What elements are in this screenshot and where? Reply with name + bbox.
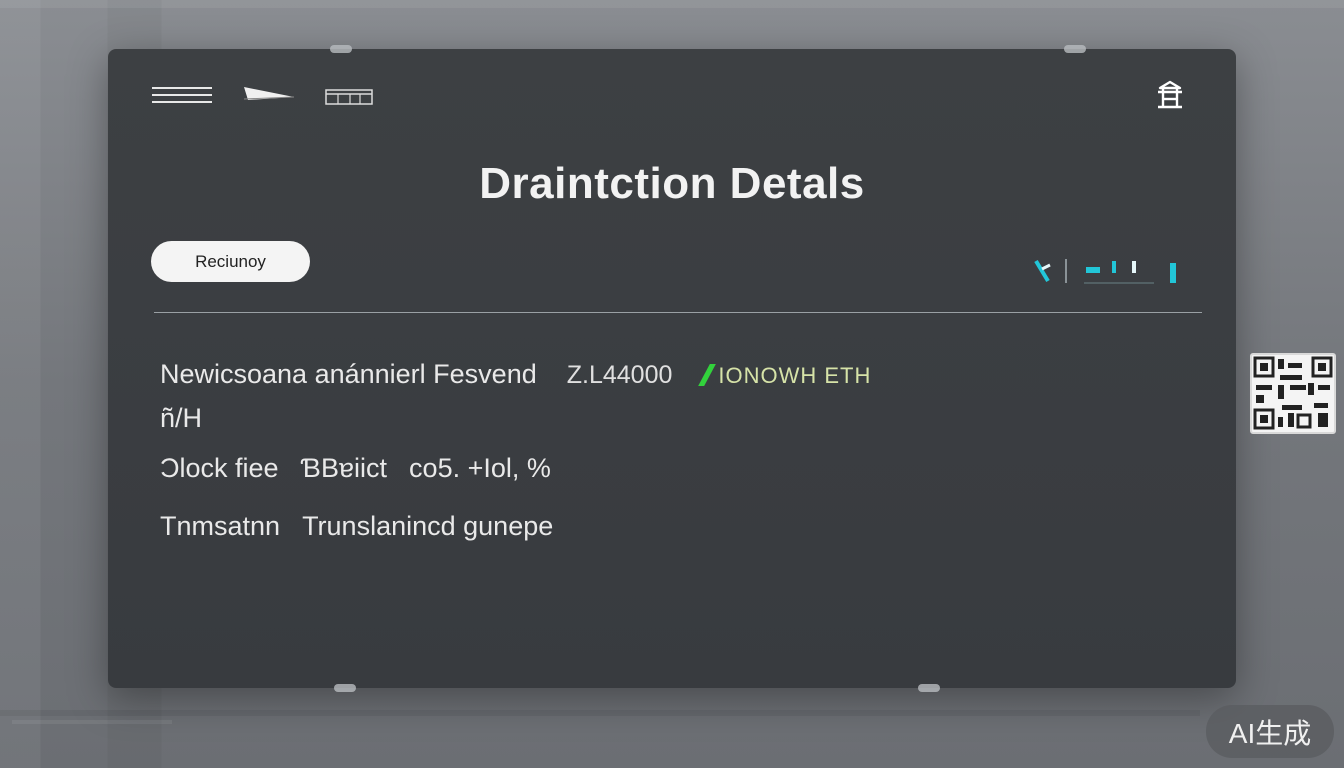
network-status-icon [1034,259,1176,284]
card-clip [918,684,940,692]
menu-icon[interactable] [152,87,212,105]
card-clip [334,684,356,692]
block-fee-value: co5. +Iol, % [409,453,551,483]
block-fee-label: Ɔlock fiee [160,453,279,483]
page-title: Draintction Detals [479,159,865,208]
user-icon[interactable] [1154,79,1186,111]
ai-generated-watermark: AI生成 [1206,705,1334,758]
card-clip [330,45,352,53]
block-fee-sublabel: ƁBɐiict [300,453,388,483]
section-divider [154,312,1202,313]
card-icon[interactable] [324,87,376,107]
detail-row-transaction: Tnmsatnn Trunslanincd ɡunepe [160,511,553,542]
detail-row-recipient-wrap: ñ/H [160,403,203,433]
transaction-details-card: Draintction Detals Reciunoy Newicsoana a… [108,45,1236,692]
qr-code[interactable] [1250,353,1336,434]
status-check-icon [698,364,717,386]
recipient-label: Newicsoana anánnierl Fesvend [160,359,537,389]
status-value: IONOWH ETH [718,363,872,388]
detail-row-block-fee: Ɔlock fiee ƁBɐiict co5. +Iol, % [160,453,551,484]
logo-icon [243,87,295,100]
amount-value: Z.L44000 [566,361,673,389]
recovery-pill-button[interactable]: Reciunoy [151,241,310,282]
transaction-label: Tnmsatnn [160,511,281,541]
transaction-value: Trunslanincd ɡunepe [302,511,554,541]
card-clip [1064,45,1086,53]
top-toolbar [152,79,1196,115]
detail-row-recipient: Newicsoana anánnierl Fesvend Z.L44000 IONO… [160,359,871,390]
